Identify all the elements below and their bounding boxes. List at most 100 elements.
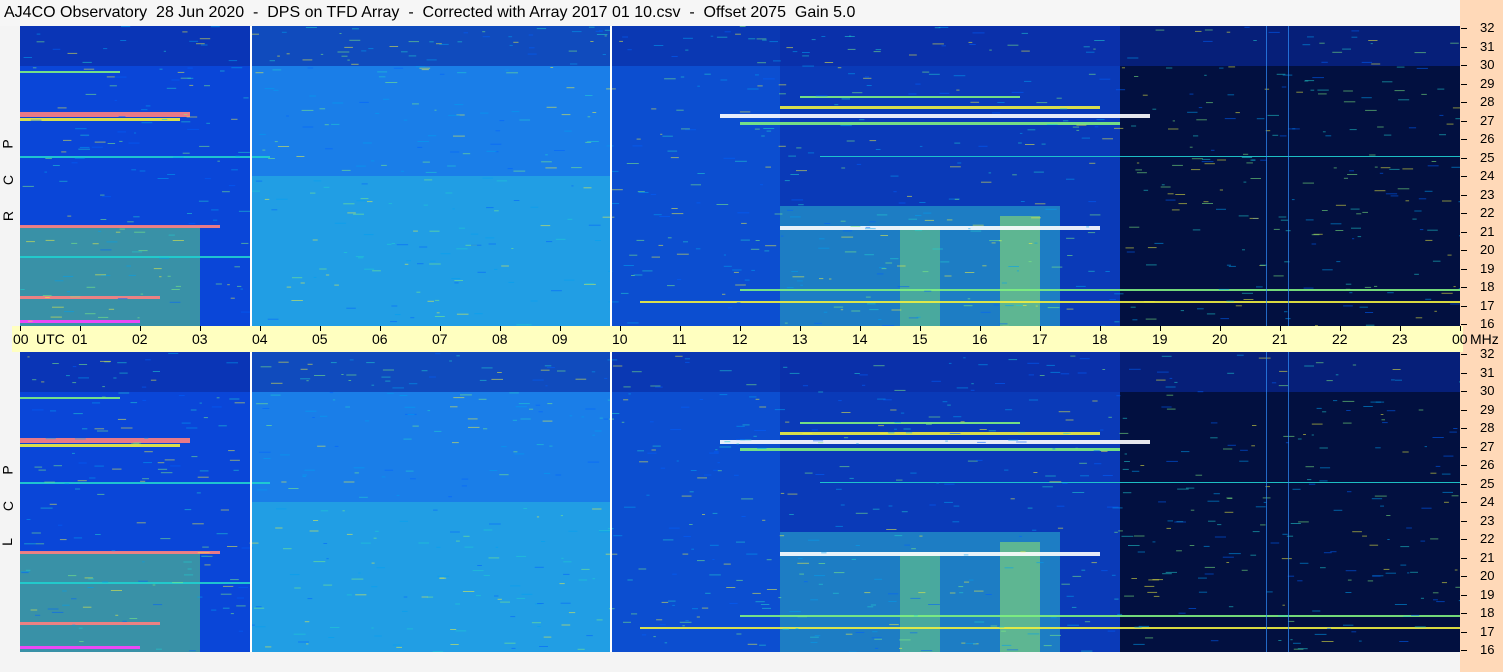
noise-speck (1219, 189, 1223, 191)
noise-speck (846, 140, 855, 142)
frequency-tick (1461, 250, 1467, 251)
noise-speck (995, 383, 1005, 384)
noise-speck (542, 420, 553, 422)
noise-speck (1156, 379, 1166, 381)
noise-speck (709, 574, 721, 576)
noise-speck (218, 425, 227, 427)
noise-speck (286, 286, 292, 288)
noise-speck (348, 380, 352, 381)
noise-speck (545, 167, 557, 169)
noise-speck (381, 476, 386, 478)
noise-speck (726, 587, 736, 588)
noise-speck (1442, 200, 1452, 202)
noise-speck (754, 429, 766, 431)
noise-speck (1124, 461, 1130, 462)
noise-speck (1270, 542, 1280, 544)
frequency-tick (1461, 324, 1467, 325)
noise-speck (1381, 419, 1385, 421)
noise-speck (216, 533, 228, 535)
noise-speck (530, 206, 539, 208)
noise-speck (115, 76, 127, 78)
noise-speck (766, 589, 777, 590)
noise-speck (426, 59, 437, 61)
spectrogram-region (250, 176, 610, 326)
noise-speck (761, 135, 765, 137)
noise-speck (867, 606, 874, 608)
interference-line (20, 320, 140, 323)
noise-speck (958, 586, 964, 588)
noise-speck (1424, 446, 1427, 448)
noise-speck (783, 366, 788, 368)
noise-speck (1165, 199, 1176, 201)
noise-speck (642, 270, 653, 272)
time-tick-label: 02 (132, 331, 148, 347)
noise-speck (346, 374, 357, 376)
noise-speck (690, 470, 697, 471)
noise-speck (1451, 495, 1459, 497)
noise-speck (275, 527, 283, 529)
noise-speck (1267, 114, 1279, 116)
noise-speck (307, 598, 313, 600)
noise-speck (429, 41, 434, 43)
noise-speck (262, 149, 266, 151)
noise-speck (872, 631, 878, 633)
noise-speck (129, 618, 138, 619)
dropout-line (250, 352, 252, 652)
noise-speck (119, 140, 123, 142)
noise-speck (61, 151, 67, 153)
noise-speck (566, 87, 575, 89)
noise-speck (1244, 26, 1250, 28)
frequency-tick-label: 17 (1480, 297, 1495, 313)
noise-speck (662, 539, 674, 541)
noise-speck (778, 597, 782, 599)
noise-speck (978, 364, 988, 366)
noise-speck (31, 409, 44, 411)
noise-speck (345, 406, 350, 408)
noise-speck (460, 394, 472, 396)
noise-speck (513, 41, 519, 43)
noise-speck (1172, 120, 1175, 122)
noise-speck (1050, 371, 1061, 373)
noise-speck (592, 112, 597, 113)
noise-speck (945, 440, 948, 442)
noise-speck (810, 599, 819, 601)
noise-speck (66, 291, 70, 293)
noise-speck (192, 523, 204, 525)
noise-speck (918, 592, 926, 594)
noise-speck (747, 88, 759, 90)
noise-speck (156, 648, 162, 650)
noise-speck (1115, 89, 1126, 91)
noise-speck (875, 49, 882, 51)
noise-speck (152, 371, 160, 372)
noise-speck (78, 148, 90, 150)
noise-speck (204, 85, 210, 87)
frequency-tick-label: 24 (1480, 168, 1495, 183)
noise-speck (1321, 641, 1334, 642)
noise-speck (371, 384, 375, 386)
noise-speck (450, 531, 460, 533)
time-tick-label: 17 (1032, 331, 1048, 347)
noise-speck (222, 607, 230, 609)
noise-speck (117, 418, 127, 420)
noise-speck (134, 132, 137, 134)
noise-speck (924, 290, 932, 292)
noise-speck (603, 418, 609, 420)
noise-speck (685, 361, 690, 363)
noise-speck (636, 138, 641, 140)
noise-speck (94, 141, 106, 143)
noise-speck (1129, 368, 1141, 370)
noise-speck (59, 539, 67, 541)
noise-speck (1034, 203, 1046, 205)
noise-speck (495, 546, 499, 548)
noise-speck (1188, 608, 1197, 609)
noise-speck (594, 240, 601, 241)
noise-speck (850, 226, 861, 227)
noise-speck (650, 193, 657, 195)
noise-speck (183, 561, 192, 563)
noise-speck (546, 106, 557, 108)
noise-speck (1056, 97, 1062, 99)
noise-speck (671, 213, 684, 215)
noise-speck (976, 459, 983, 461)
interference-line (820, 156, 1460, 157)
noise-speck (187, 568, 192, 570)
